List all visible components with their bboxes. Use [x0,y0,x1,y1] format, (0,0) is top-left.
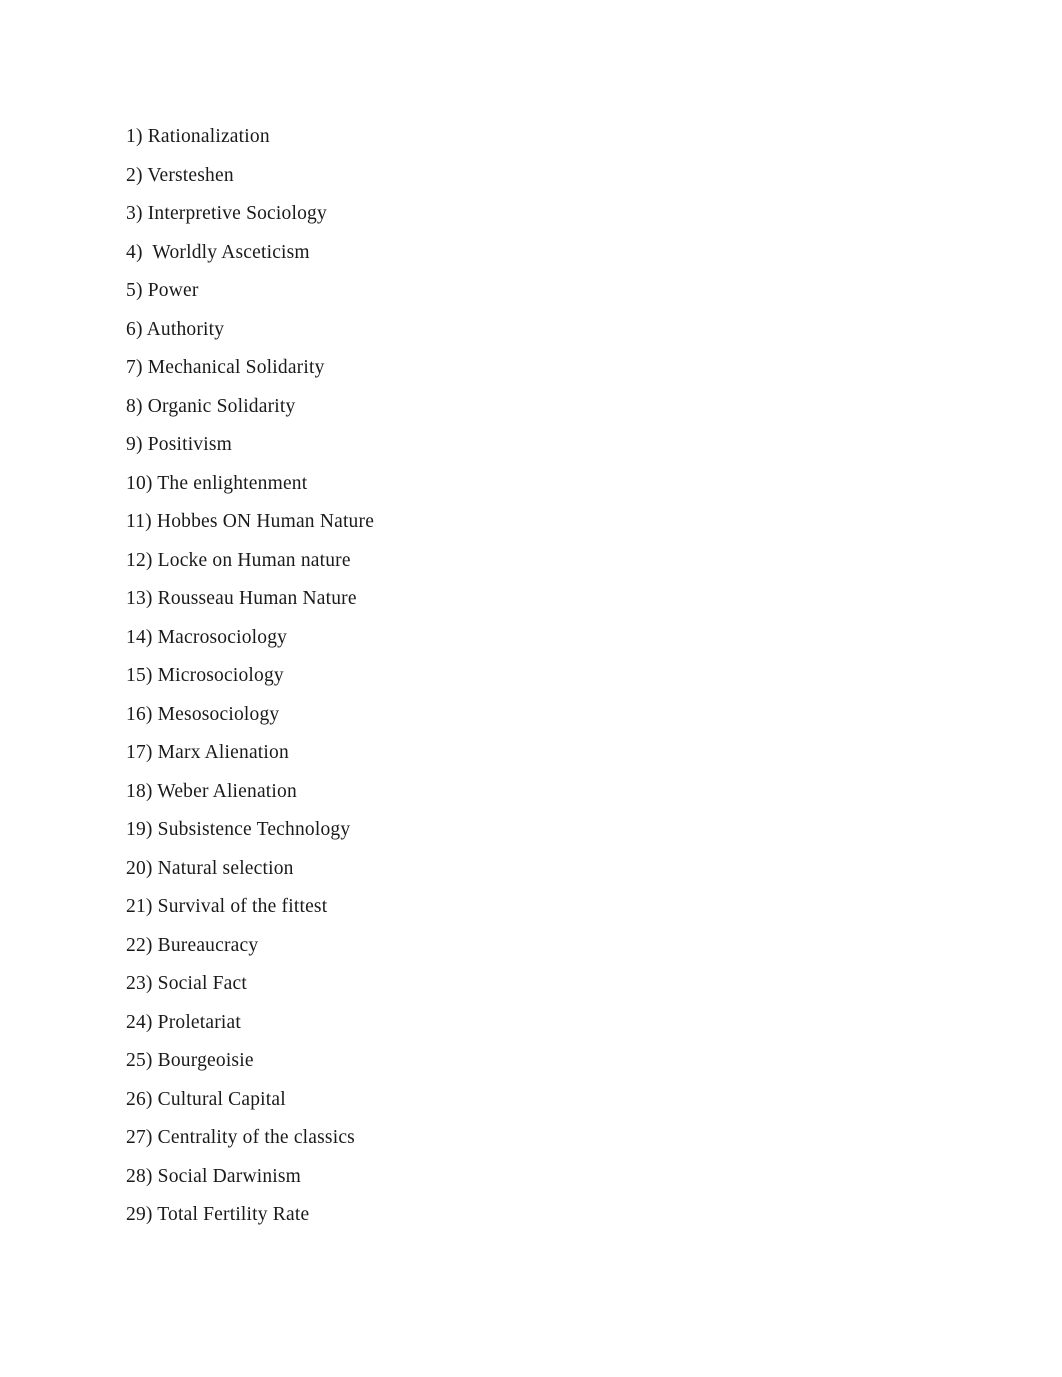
list-item: 15) Microsociology [126,665,284,686]
list-item: 9) Positivism [126,434,233,455]
list-item: 25) Bourgeoisie [126,1050,254,1071]
list-item: 28) Social Darwinism [126,1165,302,1187]
list-item: 1) Rationalization [126,126,270,147]
list-item: 18) Weber Alienation [126,780,297,802]
list-item: 21) Survival of the fittest [126,896,328,917]
list-item: 29) Total Fertility Rate [126,1204,310,1225]
list-item: 22) Bureaucracy [126,934,259,956]
list-item: 11) Hobbes ON Human Nature [126,511,375,532]
term-list: 1) Rationalization 2) Versteshen 3) Interp… [126,118,936,1235]
document-page: 1) Rationalization 2) Versteshen 3) Interp… [0,0,1062,1377]
list-item: 10) The enlightenment [126,472,308,494]
list-item: 16) Mesosociology [126,703,280,725]
list-item: 7) Mechanical Solidarity [126,357,325,378]
list-item: 23) Social Fact [126,973,247,994]
list-item: 27) Centrality of the classics [126,1127,355,1148]
list-item: 5) Power [126,280,199,301]
document-body: 1) Rationalization 2) Versteshen 3) Interp… [126,118,936,1235]
list-item: 6) Authority [126,318,225,340]
list-item: 24) Proletariat [126,1011,242,1033]
list-item: 13) Rousseau Human Nature [126,588,357,609]
list-item: 20) Natural selection [126,857,294,879]
list-item: 17) Marx Alienation [126,742,289,763]
list-item: 14) Macrosociology [126,626,288,648]
list-item: 26) Cultural Capital [126,1088,286,1110]
list-item: 2) Versteshen [126,164,234,186]
list-item: 8) Organic Solidarity [126,395,296,417]
list-item: 4) Worldly Asceticism [126,241,310,263]
list-item: 19) Subsistence Technology [126,819,351,840]
list-item: 3) Interpretive Sociology [126,203,327,224]
list-item: 12) Locke on Human nature [126,549,351,571]
